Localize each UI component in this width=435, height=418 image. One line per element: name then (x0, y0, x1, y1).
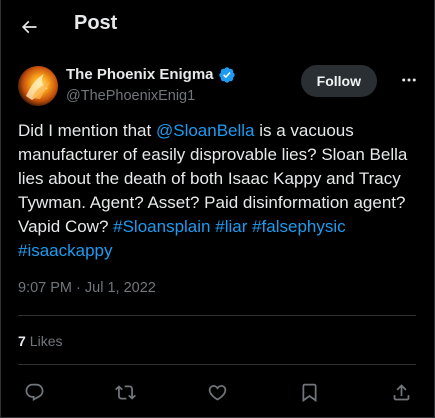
share-icon (393, 383, 409, 400)
back-button[interactable] (16, 14, 42, 40)
avatar[interactable] (18, 66, 58, 106)
display-name[interactable]: The Phoenix Enigma (66, 66, 214, 84)
retweet-icon (114, 384, 136, 400)
text-segment: Did I mention that (18, 121, 156, 140)
like-button[interactable] (205, 380, 229, 404)
bookmark-icon (302, 383, 316, 402)
likes-label: Likes (29, 333, 63, 349)
retweet-button[interactable] (113, 380, 137, 404)
share-button[interactable] (389, 380, 413, 404)
author-names: The Phoenix Enigma @ThePhoenixEnig1 (66, 66, 236, 105)
hashtag-link[interactable]: #Sloansplain (113, 217, 210, 236)
hashtag-link[interactable]: #falsephysic (252, 217, 346, 236)
divider (18, 315, 416, 316)
bookmark-button[interactable] (297, 380, 321, 404)
more-horizontal-icon (402, 78, 416, 82)
like-icon (208, 384, 226, 401)
phoenix-avatar-image (18, 66, 58, 106)
verified-badge-icon (218, 67, 235, 83)
divider (18, 364, 416, 365)
display-name-row: The Phoenix Enigma (66, 66, 236, 84)
hashtag-link[interactable]: #liar (215, 217, 247, 236)
page-title: Post (74, 12, 118, 34)
hashtag-link[interactable]: #isaackappy (18, 241, 113, 260)
follow-button[interactable]: Follow (300, 65, 377, 97)
post-header: Post (0, 0, 433, 53)
reply-button[interactable] (22, 380, 46, 404)
post-timestamp[interactable]: 9:07 PM · Jul 1, 2022 (18, 280, 156, 296)
reply-icon (25, 383, 43, 401)
post-text: Did I mention that @SloanBella is a vacu… (18, 119, 418, 263)
more-options-button[interactable] (399, 70, 419, 90)
arrow-left-icon (21, 20, 37, 34)
action-bar (22, 380, 414, 404)
likes-count: 7 (18, 333, 26, 349)
mention-link[interactable]: @SloanBella (156, 121, 255, 140)
author-handle[interactable]: @ThePhoenixEnig1 (66, 87, 236, 105)
likes-stat[interactable]: 7 Likes (18, 333, 62, 349)
author-row: The Phoenix Enigma @ThePhoenixEnig1 Foll… (18, 64, 419, 108)
